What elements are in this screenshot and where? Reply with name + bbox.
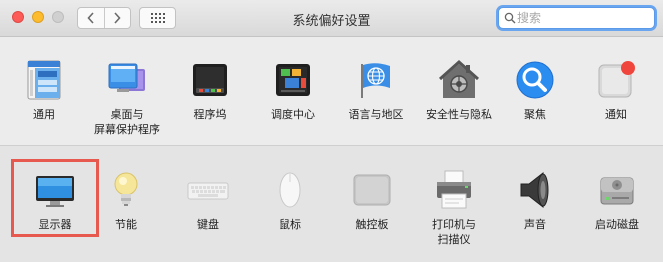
- energy-saver-icon: [104, 168, 148, 212]
- spotlight-icon: [513, 58, 557, 102]
- pane-displays[interactable]: 显示器: [14, 168, 96, 232]
- personal-panes-row: 通用 桌面与 屏幕保护程序 程序坞 调度中心 语言与地区 安全性与隐私 聚焦 通…: [0, 38, 663, 146]
- hardware-panes-row: 显示器 节能 键盘 鼠标 触控板 打印机与 扫描仪 声音 启动磁盘: [0, 146, 663, 262]
- pane-printers-scanners[interactable]: 打印机与 扫描仪: [413, 168, 495, 247]
- pane-security-privacy[interactable]: 安全性与隐私: [418, 58, 500, 122]
- pane-startup-disk[interactable]: 启动磁盘: [576, 168, 658, 232]
- minimize-window-button[interactable]: [32, 11, 44, 23]
- pane-label: 鼠标: [279, 218, 301, 231]
- pane-label: 键盘: [197, 218, 219, 231]
- show-all-button[interactable]: [139, 7, 176, 29]
- pane-label: 打印机与 扫描仪: [432, 218, 476, 246]
- pane-spotlight[interactable]: 聚焦: [494, 58, 576, 122]
- pane-notifications[interactable]: 通知: [575, 58, 657, 122]
- general-icon: [22, 58, 66, 102]
- pane-mission-control[interactable]: 调度中心: [252, 58, 334, 122]
- pane-sound[interactable]: 声音: [494, 168, 576, 232]
- desktop-screensaver-icon: [105, 58, 149, 102]
- pane-label: 启动磁盘: [595, 218, 639, 231]
- displays-icon: [33, 168, 77, 212]
- mission-control-icon: [271, 58, 315, 102]
- close-window-button[interactable]: [12, 11, 24, 23]
- search-field[interactable]: [498, 7, 655, 29]
- search-input[interactable]: [517, 10, 647, 26]
- toolbar: 系统偏好设置: [0, 0, 663, 37]
- navigation-buttons: [77, 7, 131, 29]
- pane-dock[interactable]: 程序坞: [169, 58, 251, 122]
- sound-icon: [513, 168, 557, 212]
- forward-button[interactable]: [103, 8, 131, 28]
- trackpad-icon: [350, 168, 394, 212]
- security-privacy-icon: [437, 58, 481, 102]
- pane-label: 触控板: [355, 218, 389, 231]
- pane-label: 通用: [33, 108, 55, 121]
- chevron-right-icon: [114, 12, 121, 24]
- pane-label: 显示器: [38, 218, 72, 231]
- pane-general[interactable]: 通用: [3, 58, 85, 122]
- keyboard-icon: [186, 168, 230, 212]
- pane-energy-saver[interactable]: 节能: [85, 168, 167, 232]
- language-region-icon: [354, 58, 398, 102]
- pane-label: 通知: [605, 108, 627, 121]
- pane-label: 安全性与隐私: [426, 108, 492, 121]
- pane-keyboard[interactable]: 键盘: [167, 168, 249, 232]
- back-button[interactable]: [78, 8, 104, 28]
- pane-mouse[interactable]: 鼠标: [249, 168, 331, 232]
- system-preferences-window: 系统偏好设置 通用: [0, 0, 663, 262]
- pane-label: 聚焦: [524, 108, 546, 121]
- printers-scanners-icon: [432, 168, 476, 212]
- pane-label: 程序坞: [193, 108, 227, 121]
- pane-trackpad[interactable]: 触控板: [331, 168, 413, 232]
- dock-icon: [188, 58, 232, 102]
- zoom-window-button[interactable]: [52, 11, 64, 23]
- pane-label: 声音: [524, 218, 546, 231]
- startup-disk-icon: [595, 168, 639, 212]
- notifications-icon: [594, 58, 638, 102]
- search-icon: [504, 12, 516, 24]
- pane-label: 语言与地区: [348, 108, 404, 121]
- pane-label: 桌面与 屏幕保护程序: [94, 108, 160, 136]
- pane-label: 节能: [115, 218, 137, 231]
- chevron-left-icon: [87, 12, 94, 24]
- pane-language-region[interactable]: 语言与地区: [335, 58, 417, 122]
- mouse-icon: [268, 168, 312, 212]
- pane-label: 调度中心: [271, 108, 315, 121]
- pane-desktop-screensaver[interactable]: 桌面与 屏幕保护程序: [86, 58, 168, 137]
- grid-icon: [150, 13, 165, 23]
